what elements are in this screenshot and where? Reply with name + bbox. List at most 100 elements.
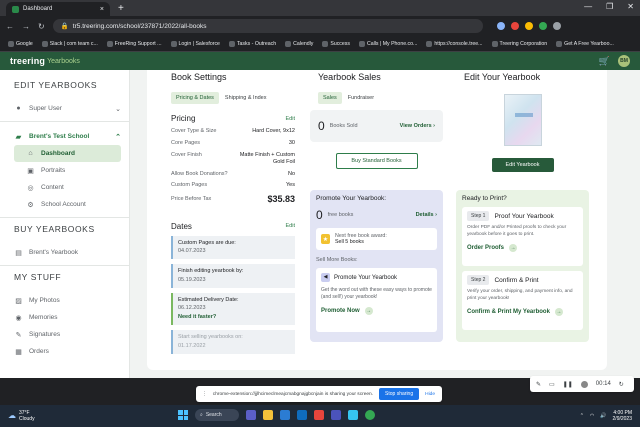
pricing-heading: Pricing <box>171 114 196 123</box>
tab-sales[interactable]: Sales <box>318 92 342 104</box>
restart-icon[interactable]: ↻ <box>619 381 624 388</box>
promote-now-link[interactable]: Promote Now → <box>321 307 432 315</box>
yearbook-cover-image[interactable] <box>503 94 542 146</box>
bookmark[interactable]: Get A Free Yearboo... <box>556 40 614 47</box>
tab-pricing-dates[interactable]: Pricing & Dates <box>171 92 219 104</box>
sidebar-item-memories[interactable]: ◉ Memories <box>14 309 121 326</box>
reload-icon[interactable]: ↻ <box>38 22 45 31</box>
sidebar-item-content[interactable]: ◎ Content <box>14 179 121 196</box>
bookmark[interactable]: Login | Salesforce <box>170 40 220 47</box>
file-explorer-icon[interactable] <box>263 410 273 420</box>
bookmark[interactable]: FreeRing Support ... <box>106 40 162 47</box>
view-orders-link[interactable]: View Orders › <box>400 123 435 129</box>
step-name: Confirm & Print <box>494 276 539 284</box>
dashboard-main: Book Settings Pricing & Dates Shipping &… <box>147 70 607 370</box>
need-it-faster-link[interactable]: Need it faster? <box>178 313 290 322</box>
step-tag: Step 2 <box>467 275 490 285</box>
minimize-icon[interactable]: — <box>584 2 592 11</box>
tab-shipping-index[interactable]: Shipping & Index <box>225 95 267 101</box>
cart-icon[interactable]: 🛒 <box>599 56 610 67</box>
app-header: treering Yearbooks 🛒 BM <box>0 52 640 70</box>
volume-icon[interactable]: 🔊 <box>600 413 606 419</box>
taskbar: ☁ 37°F Cloudy ⌕ Search ⌃ ◠ 🔊 4:00 PM 2/9/2… <box>0 405 640 427</box>
sidebar-item-school-account[interactable]: ⚙ School Account <box>14 196 121 213</box>
windows-start-icon[interactable] <box>178 410 188 420</box>
hide-link[interactable]: Hide <box>425 392 435 397</box>
sidebar-item-orders[interactable]: ▦ Orders <box>14 343 121 360</box>
extension-icon[interactable] <box>510 22 519 30</box>
book-settings-title: Book Settings <box>171 72 227 82</box>
address-bar[interactable]: 🔒 tr5.treering.com/school/237871/2022/al… <box>52 19 483 33</box>
arrow-right-icon: → <box>364 307 373 315</box>
outlook-icon[interactable] <box>297 410 307 420</box>
details-link[interactable]: Details › <box>416 212 437 218</box>
bookmark[interactable]: Calls | My Phone.co... <box>358 40 417 47</box>
wifi-icon[interactable]: ◠ <box>590 413 594 419</box>
slack-icon[interactable] <box>348 410 358 420</box>
taskbar-search[interactable]: ⌕ Search <box>195 409 239 421</box>
browser-tab[interactable]: Dashboard × <box>6 2 110 16</box>
price-row: Price Before Tax $35.83 <box>171 194 295 205</box>
sidebar-item-signatures[interactable]: ✎ Signatures <box>14 326 121 343</box>
arrow-right-icon: → <box>554 308 563 317</box>
buy-standard-books-button[interactable]: Buy Standard Books <box>335 153 418 169</box>
edit-pricing-link[interactable]: Edit <box>286 116 295 122</box>
new-tab-icon[interactable]: + <box>118 3 124 14</box>
chevron-up-icon[interactable]: ⌃ <box>580 413 584 419</box>
draw-icon[interactable]: ▭ <box>549 381 555 388</box>
step-tag: Step 1 <box>467 211 490 221</box>
back-icon[interactable]: ← <box>6 22 14 31</box>
bookmark[interactable]: Tasks - Outreach <box>228 40 276 47</box>
bookmark[interactable]: Success <box>322 40 350 47</box>
bookmark[interactable]: https://console.tree... <box>426 40 483 47</box>
sidebar-item-dashboard[interactable]: ⌂ Dashboard <box>14 145 121 162</box>
edit-dates-link[interactable]: Edit <box>286 223 295 229</box>
promote-description: Get the word out with these easy ways to… <box>321 287 432 300</box>
confirm-print-link[interactable]: Confirm & Print My Yearbook → <box>467 308 578 317</box>
school-item[interactable]: ▰ Brent's Test School ⌃ <box>14 128 121 145</box>
extension-icon[interactable] <box>496 22 505 30</box>
close-window-icon[interactable]: ✕ <box>627 2 634 11</box>
pause-icon[interactable]: ❚❚ <box>563 381 573 388</box>
edge-icon[interactable] <box>280 410 290 420</box>
maximize-icon[interactable]: ❐ <box>606 2 613 11</box>
extension-icon[interactable] <box>538 22 547 30</box>
tab-fundraiser[interactable]: Fundraiser <box>348 95 374 101</box>
account-icon: ⚙ <box>27 201 34 209</box>
edit-yearbook-button[interactable]: Edit Yearbook <box>491 158 554 172</box>
profile-icon[interactable] <box>552 22 561 30</box>
bookmark[interactable]: Calendly <box>285 40 313 47</box>
clock[interactable]: 4:00 PM 2/9/2023 <box>613 410 632 423</box>
forward-icon[interactable]: → <box>22 22 30 31</box>
recording-time: 00:14 <box>595 381 611 387</box>
sidebar-item-brents-yearbook[interactable]: ▤ Brent's Yearbook <box>14 244 121 261</box>
super-user-item[interactable]: ● Super User ⌄ <box>14 100 121 117</box>
date-item: Start selling yearbooks on: 01.17.2022 <box>171 330 295 354</box>
treering-logo[interactable]: treering <box>10 56 45 66</box>
sidebar-item-portraits[interactable]: ▣ Portraits <box>14 162 121 179</box>
task-view-icon[interactable] <box>246 410 256 420</box>
stop-sharing-button[interactable]: Stop sharing <box>379 388 420 400</box>
dates-heading: Dates <box>171 221 192 231</box>
weather-widget[interactable]: ☁ 37°F Cloudy <box>8 410 35 422</box>
app-icon[interactable] <box>314 410 324 420</box>
close-tab-icon[interactable]: × <box>100 6 104 13</box>
chrome-icon[interactable] <box>365 410 375 420</box>
tab-title: Dashboard <box>23 6 53 12</box>
teams-icon[interactable] <box>331 410 341 420</box>
avatar[interactable]: BM <box>618 55 630 67</box>
sidebar-item-my-photos[interactable]: ▨ My Photos <box>14 292 121 309</box>
pen-icon[interactable]: ✎ <box>536 381 541 388</box>
yearbook-sales-card: Yearbook Sales Sales Fundraiser 0 Books … <box>310 70 443 353</box>
buy-yearbooks-heading: BUY YEARBOOKS <box>14 224 95 234</box>
stop-icon[interactable] <box>580 380 588 388</box>
order-proofs-link[interactable]: Order Proofs → <box>467 244 578 253</box>
extension-icon[interactable] <box>524 22 533 30</box>
drag-handle-icon[interactable]: ⋮ <box>202 392 207 397</box>
date-item: Custom Pages are due: 04.07.2023 <box>171 235 295 260</box>
bookmark[interactable]: Google <box>8 40 33 47</box>
bookmark[interactable]: Slack | com team c... <box>41 40 98 47</box>
price-value: $35.83 <box>267 194 295 205</box>
promote-panel: Promote Your Yearbook: 0 free books Deta… <box>310 190 443 342</box>
bookmark[interactable]: Treering Corporation <box>491 40 547 47</box>
